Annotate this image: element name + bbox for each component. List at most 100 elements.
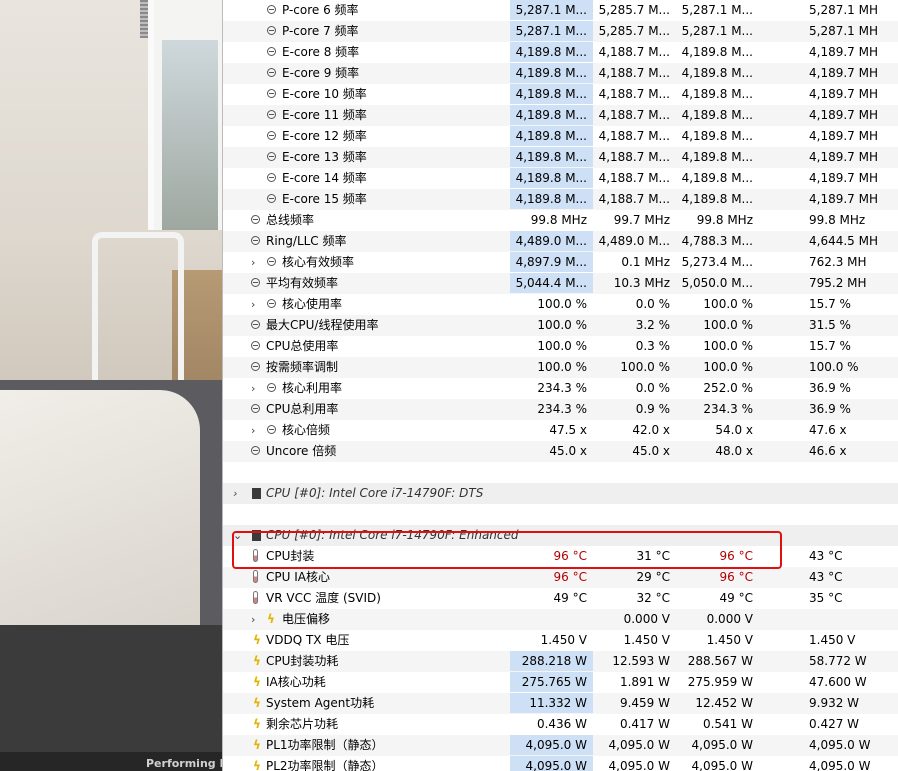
min-value: 12.593 W [612,654,670,668]
sensor-group-dts[interactable]: › CPU [#0]: Intel Core i7-14790F: DTS [223,483,898,504]
max-value: 0.000 V [706,612,753,626]
lightning-bolt-icon: ϟ [253,759,261,771]
table-row[interactable]: E-core 15 频率 4,189.8 M... 4,188.7 M... 4… [223,189,898,210]
table-row[interactable]: ϟ IA核心功耗 275.765 W 1.891 W 275.959 W 47.… [223,672,898,693]
chevron-right-icon[interactable]: › [251,378,255,399]
table-row[interactable]: 最大CPU/线程使用率 100.0 % 3.2 % 100.0 % 31.5 % [223,315,898,336]
table-row[interactable]: ϟ PL2功率限制（静态） 4,095.0 W 4,095.0 W 4,095.… [223,756,898,771]
table-row[interactable]: VR VCC 温度 (SVID) 49 °C 32 °C 49 °C 35 °C [223,588,898,609]
max-value: 5,273.4 M... [681,255,753,269]
background-photo: Performing R [0,0,222,771]
min-value: 0.9 % [635,402,670,416]
min-value: 0.1 MHz [621,255,670,269]
table-row[interactable]: ϟ 剩余芯片功耗 0.436 W 0.417 W 0.541 W 0.427 W [223,714,898,735]
max-value: 100.0 % [703,339,753,353]
max-value: 100.0 % [703,360,753,374]
table-row[interactable]: › 核心利用率 234.3 % 0.0 % 252.0 % 36.9 % [223,378,898,399]
chevron-right-icon[interactable]: › [251,252,255,273]
sensor-name: CPU总利用率 [266,402,339,416]
chevron-right-icon[interactable]: › [251,609,255,630]
sensor-name: E-core 12 频率 [282,129,367,143]
avg-value: 47.600 W [809,675,867,689]
current-value: 4,189.8 M... [510,147,593,167]
table-row[interactable]: E-core 13 频率 4,189.8 M... 4,188.7 M... 4… [223,147,898,168]
table-row[interactable]: P-core 6 频率 5,287.1 M... 5,285.7 M... 5,… [223,0,898,21]
lightning-bolt-icon: ϟ [267,612,275,626]
table-row[interactable]: E-core 8 频率 4,189.8 M... 4,188.7 M... 4,… [223,42,898,63]
table-row[interactable]: Ring/LLC 频率 4,489.0 M... 4,489.0 M... 4,… [223,231,898,252]
sensor-icon [267,89,276,98]
max-value: 48.0 x [715,444,753,458]
current-value: 4,095.0 W [510,735,593,755]
max-value: 4,788.3 M... [681,234,753,248]
min-value: 0.417 W [619,717,670,731]
min-value: 1.891 W [619,675,670,689]
min-value: 10.3 MHz [613,276,670,290]
sensor-icon [251,320,260,329]
avg-value: 4,189.7 MH [809,66,878,80]
table-row[interactable]: ϟ System Agent功耗 11.332 W 9.459 W 12.452… [223,693,898,714]
table-row[interactable]: E-core 10 频率 4,189.8 M... 4,188.7 M... 4… [223,84,898,105]
table-row[interactable]: E-core 14 频率 4,189.8 M... 4,188.7 M... 4… [223,168,898,189]
current-value: 4,189.8 M... [510,42,593,62]
table-row[interactable]: › ϟ 电压偏移 0.000 V 0.000 V [223,609,898,630]
sensor-name: Ring/LLC 频率 [266,234,347,248]
current-value: 234.3 % [537,381,587,395]
table-row[interactable]: E-core 12 频率 4,189.8 M... 4,188.7 M... 4… [223,126,898,147]
table-row[interactable]: ϟ CPU封装功耗 288.218 W 12.593 W 288.567 W 5… [223,651,898,672]
current-value: 96 °C [553,570,587,584]
table-row[interactable]: › 核心倍频 47.5 x 42.0 x 54.0 x 47.6 x [223,420,898,441]
table-row[interactable]: Uncore 倍频 45.0 x 45.0 x 48.0 x 46.6 x [223,441,898,462]
sensor-icon [251,362,260,371]
sensor-name: 核心有效频率 [282,255,355,269]
table-row[interactable]: › 核心使用率 100.0 % 0.0 % 100.0 % 15.7 % [223,294,898,315]
sensor-name: E-core 8 频率 [282,45,360,59]
table-row[interactable]: E-core 9 频率 4,189.8 M... 4,188.7 M... 4,… [223,63,898,84]
min-value: 4,188.7 M... [598,45,670,59]
chevron-right-icon[interactable]: › [251,294,255,315]
blanket [0,390,200,630]
table-row[interactable]: CPU总利用率 234.3 % 0.9 % 234.3 % 36.9 % [223,399,898,420]
sensor-name: 电压偏移 [282,612,331,626]
thermometer-icon [253,570,258,583]
table-row[interactable]: 总线频率 99.8 MHz 99.7 MHz 99.8 MHz 99.8 MHz [223,210,898,231]
sensor-table[interactable]: P-core 6 频率 5,287.1 M... 5,285.7 M... 5,… [222,0,898,771]
table-row[interactable]: CPU IA核心 96 °C 29 °C 96 °C 43 °C [223,567,898,588]
table-row[interactable]: ϟ VDDQ TX 电压 1.450 V 1.450 V 1.450 V 1.4… [223,630,898,651]
lightning-bolt-icon: ϟ [253,675,261,689]
sensor-icon [251,341,260,350]
max-value: 4,189.8 M... [681,129,753,143]
sensor-icon [251,278,260,287]
min-value: 3.2 % [635,318,670,332]
current-value: 4,189.8 M... [510,84,593,104]
sensor-name: IA核心功耗 [266,675,326,689]
sensor-name: E-core 9 频率 [282,66,360,80]
sensor-icon [267,194,276,203]
table-row[interactable]: 平均有效频率 5,044.4 M... 10.3 MHz 5,050.0 M..… [223,273,898,294]
chevron-right-icon[interactable]: › [233,483,237,504]
avg-value: 762.3 MH [809,255,867,269]
table-row[interactable]: P-core 7 频率 5,287.1 M... 5,285.7 M... 5,… [223,21,898,42]
min-value: 0.3 % [635,339,670,353]
table-row[interactable]: ϟ PL1功率限制（静态） 4,095.0 W 4,095.0 W 4,095.… [223,735,898,756]
chevron-right-icon[interactable]: › [251,420,255,441]
current-value: 5,287.1 M... [510,21,593,41]
table-row[interactable]: E-core 11 频率 4,189.8 M... 4,188.7 M... 4… [223,105,898,126]
table-row[interactable]: CPU总使用率 100.0 % 0.3 % 100.0 % 15.7 % [223,336,898,357]
min-value: 5,285.7 M... [598,3,670,17]
table-row[interactable]: › 核心有效频率 4,897.9 M... 0.1 MHz 5,273.4 M.… [223,252,898,273]
table-row[interactable]: 按需频率调制 100.0 % 100.0 % 100.0 % 100.0 % [223,357,898,378]
avg-value: 58.772 W [809,654,867,668]
sensor-icon [267,131,276,140]
current-value: 49 °C [553,591,587,605]
thermometer-icon [253,591,258,604]
background-caption: Performing R [146,757,222,770]
max-value: 1.450 V [706,633,753,647]
sensor-name: 最大CPU/线程使用率 [266,318,379,332]
avg-value: 4,189.7 MH [809,129,878,143]
sensor-name: 按需频率调制 [266,360,339,374]
sensor-name: E-core 10 频率 [282,87,367,101]
avg-value: 4,189.7 MH [809,192,878,206]
avg-value: 4,189.7 MH [809,150,878,164]
avg-value: 4,189.7 MH [809,87,878,101]
